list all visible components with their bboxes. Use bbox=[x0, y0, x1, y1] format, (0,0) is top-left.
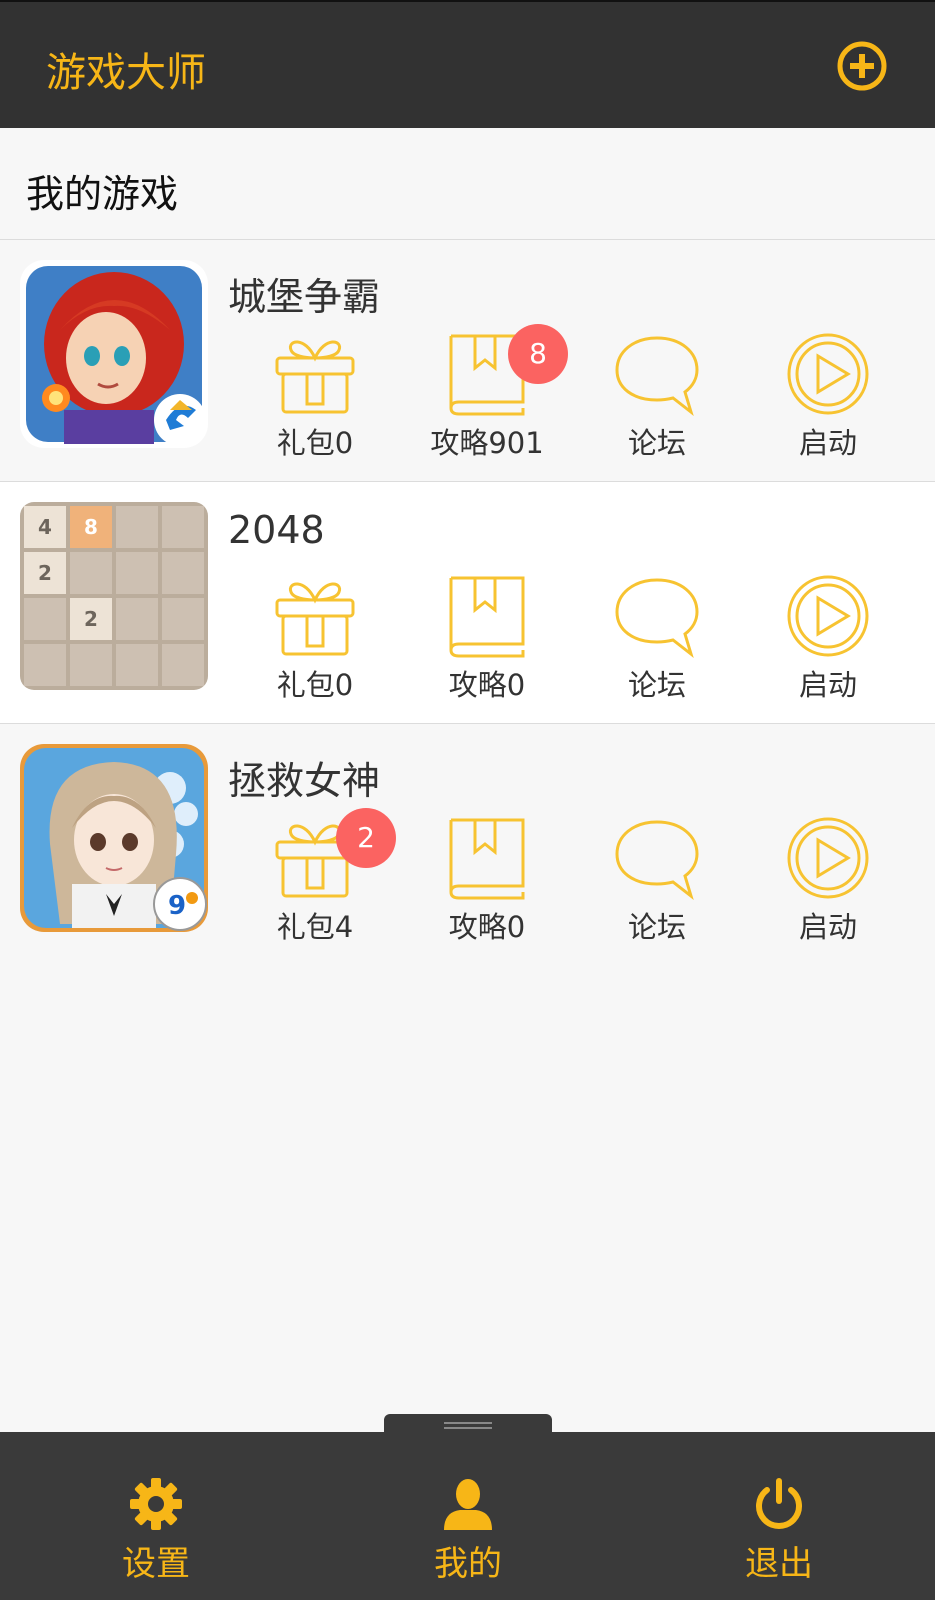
book-icon bbox=[449, 818, 525, 900]
launch-label: 启动 bbox=[798, 668, 857, 702]
tile: 2 bbox=[70, 598, 112, 640]
tile bbox=[70, 644, 112, 686]
nav-logout[interactable]: 退出 bbox=[679, 1432, 879, 1600]
forum-label: 论坛 bbox=[627, 910, 686, 944]
launch-button[interactable]: 启动 bbox=[758, 332, 898, 460]
save-goddess-game-icon[interactable]: 9 bbox=[20, 744, 208, 932]
tile bbox=[24, 644, 66, 686]
section-title: 我的游戏 bbox=[26, 172, 179, 216]
tile bbox=[162, 506, 204, 548]
launch-button[interactable]: 启动 bbox=[758, 574, 898, 702]
play-circle-icon bbox=[787, 575, 869, 657]
gift-icon bbox=[275, 340, 355, 414]
game-row: 城堡争霸 礼包0 攻略901 8 论坛 启动 bbox=[0, 240, 935, 482]
tile bbox=[162, 644, 204, 686]
book-icon bbox=[449, 576, 525, 658]
tile bbox=[70, 552, 112, 594]
forum-label: 论坛 bbox=[627, 426, 686, 460]
launch-label: 启动 bbox=[798, 426, 857, 460]
nav-mine[interactable]: 我的 bbox=[368, 1432, 568, 1600]
nav-logout-label: 退出 bbox=[745, 1544, 813, 1584]
tile bbox=[116, 552, 158, 594]
launch-label: 启动 bbox=[798, 910, 857, 944]
handle-line bbox=[444, 1422, 492, 1424]
castle-clash-game-icon[interactable] bbox=[20, 260, 208, 448]
add-game-button[interactable] bbox=[836, 40, 888, 92]
section-header: 我的游戏 bbox=[0, 128, 935, 240]
gift-label: 礼包0 bbox=[276, 668, 354, 702]
tile bbox=[24, 598, 66, 640]
chat-bubble-icon bbox=[615, 820, 699, 900]
power-icon bbox=[756, 1478, 802, 1529]
game-row: 4 8 2 2 2048 礼包0 攻略0 论坛 启动 bbox=[0, 482, 935, 724]
drawer-handle[interactable] bbox=[384, 1414, 552, 1434]
notification-badge: 8 bbox=[508, 324, 568, 384]
game-name: 拯救女神 bbox=[228, 759, 381, 803]
tile: 8 bbox=[70, 506, 112, 548]
nav-mine-label: 我的 bbox=[434, 1544, 502, 1584]
tile bbox=[116, 506, 158, 548]
nav-settings-label: 设置 bbox=[122, 1544, 190, 1584]
guide-button[interactable]: 攻略0 bbox=[417, 816, 557, 944]
tile bbox=[116, 644, 158, 686]
gift-button[interactable]: 礼包0 bbox=[245, 332, 385, 460]
chat-bubble-icon bbox=[615, 578, 699, 658]
tile: 4 bbox=[24, 506, 66, 548]
2048-game-icon[interactable]: 4 8 2 2 bbox=[20, 502, 208, 690]
play-circle-icon bbox=[787, 333, 869, 415]
user-icon bbox=[444, 1479, 492, 1530]
tile bbox=[162, 598, 204, 640]
forum-button[interactable]: 论坛 bbox=[587, 574, 727, 702]
tile bbox=[162, 552, 204, 594]
handle-line bbox=[444, 1427, 492, 1429]
chat-bubble-icon bbox=[615, 336, 699, 416]
gear-icon bbox=[130, 1478, 182, 1530]
top-app-bar: 游戏大师 bbox=[0, 0, 935, 128]
guide-label: 攻略0 bbox=[448, 668, 526, 702]
guide-button[interactable]: 攻略0 bbox=[417, 574, 557, 702]
bottom-nav-bar: 设置 我的 退出 bbox=[0, 1432, 935, 1600]
forum-label: 论坛 bbox=[627, 668, 686, 702]
app-title: 游戏大师 bbox=[46, 50, 206, 96]
guide-label: 攻略0 bbox=[448, 910, 526, 944]
launch-button[interactable]: 启动 bbox=[758, 816, 898, 944]
game-name: 城堡争霸 bbox=[228, 275, 381, 319]
game-row: 9 拯救女神 礼包4 2 攻略0 论坛 启动 bbox=[0, 724, 935, 966]
svg-text:9: 9 bbox=[168, 891, 186, 921]
forum-button[interactable]: 论坛 bbox=[587, 332, 727, 460]
gift-button[interactable]: 礼包0 bbox=[245, 574, 385, 702]
gift-label: 礼包4 bbox=[276, 910, 354, 944]
gift-label: 礼包0 bbox=[276, 426, 354, 460]
tile bbox=[116, 598, 158, 640]
play-circle-icon bbox=[787, 817, 869, 899]
notification-badge: 2 bbox=[336, 808, 396, 868]
game-name: 2048 bbox=[228, 508, 325, 552]
guide-label: 攻略901 bbox=[430, 426, 544, 460]
forum-button[interactable]: 论坛 bbox=[587, 816, 727, 944]
tile: 2 bbox=[24, 552, 66, 594]
plus-circle-icon bbox=[837, 41, 887, 91]
nav-settings[interactable]: 设置 bbox=[56, 1432, 256, 1600]
gift-icon bbox=[275, 582, 355, 656]
